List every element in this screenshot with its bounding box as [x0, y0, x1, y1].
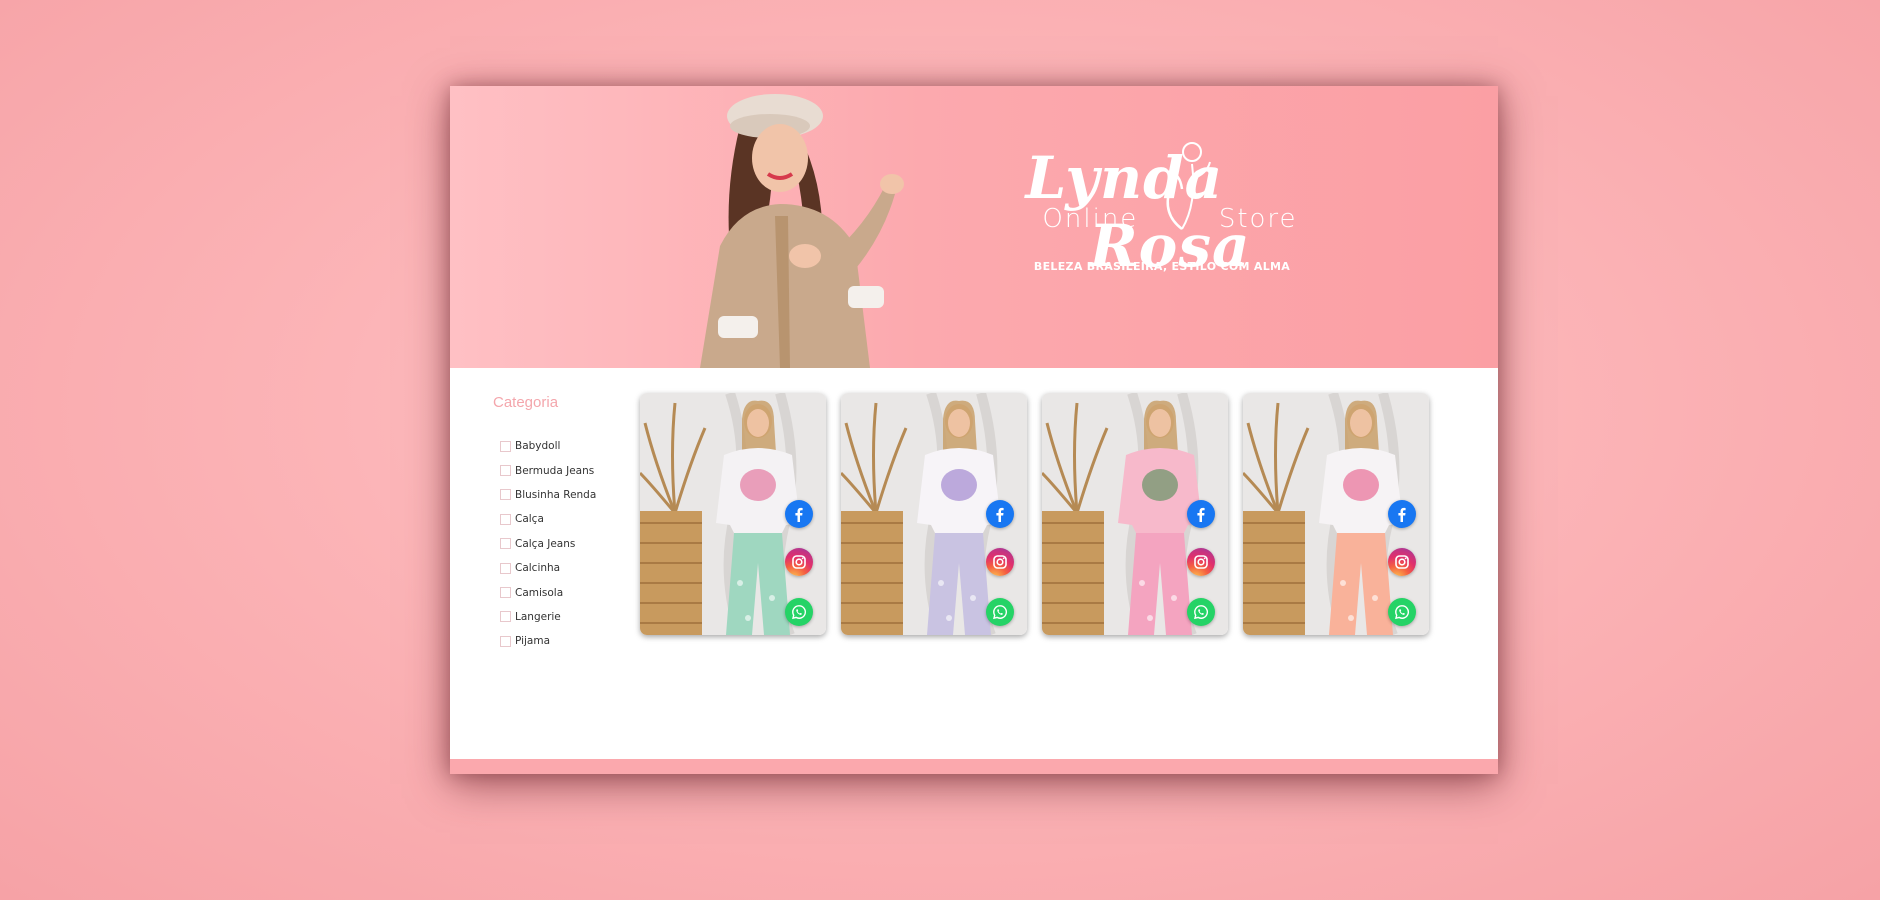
category-list: Babydoll Bermuda Jeans Blusinha Renda Calça…	[500, 434, 596, 654]
whatsapp-icon[interactable]	[1187, 598, 1215, 626]
category-label: Camisola	[515, 586, 564, 599]
whatsapp-icon[interactable]	[785, 598, 813, 626]
store-subtitle-left: Online	[1042, 204, 1139, 234]
product-card[interactable]	[1042, 393, 1228, 635]
category-title: Categoria	[493, 394, 559, 411]
product-card[interactable]	[841, 393, 1027, 635]
rose-face-icon	[1166, 142, 1213, 230]
store-tagline: BELEZA BRASILEIRA, ESTILO COM ALMA	[1033, 260, 1291, 273]
category-label: Langerie	[515, 610, 561, 623]
category-item[interactable]: Calça	[500, 507, 596, 531]
category-item[interactable]: Bermuda Jeans	[500, 458, 596, 482]
category-label: Pijama	[515, 635, 551, 648]
facebook-icon[interactable]	[1388, 500, 1416, 528]
category-label: Calça	[515, 513, 544, 526]
category-item[interactable]: Babydoll	[500, 434, 596, 458]
category-label: Calça Jeans	[515, 537, 576, 550]
category-item[interactable]: Camisola	[500, 580, 596, 604]
category-label: Bermuda Jeans	[515, 464, 595, 477]
product-card[interactable]	[1243, 393, 1429, 635]
store-window: Lynda Rosa Online Store BELEZA BRASILEIR…	[450, 86, 1498, 774]
category-item[interactable]: Langerie	[500, 605, 596, 629]
category-checkbox[interactable]	[500, 538, 511, 550]
category-label: Babydoll	[515, 440, 561, 453]
store-logo[interactable]: Lynda Rosa Online Store	[970, 142, 1390, 280]
product-card[interactable]	[640, 393, 826, 635]
facebook-icon[interactable]	[1187, 500, 1215, 528]
category-item[interactable]: Blusinha Renda	[500, 483, 596, 507]
category-checkbox[interactable]	[500, 440, 511, 452]
whatsapp-icon[interactable]	[986, 598, 1014, 626]
facebook-icon[interactable]	[986, 500, 1014, 528]
instagram-icon[interactable]	[1187, 548, 1215, 576]
category-checkbox[interactable]	[500, 513, 511, 525]
facebook-icon[interactable]	[785, 500, 813, 528]
category-checkbox[interactable]	[500, 611, 511, 623]
main-content: Categoria Babydoll Bermuda Jeans Blusinha …	[450, 368, 1498, 760]
category-checkbox[interactable]	[500, 489, 511, 501]
category-label: Calcinha	[515, 562, 561, 575]
category-checkbox[interactable]	[500, 562, 511, 574]
model-illustration	[700, 94, 904, 368]
instagram-icon[interactable]	[1388, 548, 1416, 576]
category-item[interactable]: Calça Jeans	[500, 532, 596, 556]
category-checkbox[interactable]	[500, 635, 511, 647]
instagram-icon[interactable]	[785, 548, 813, 576]
store-subtitle-right: Store	[1218, 204, 1298, 234]
category-checkbox[interactable]	[500, 587, 511, 599]
category-item[interactable]: Calcinha	[500, 556, 596, 580]
whatsapp-icon[interactable]	[1388, 598, 1416, 626]
instagram-icon[interactable]	[986, 548, 1014, 576]
hero-banner: Lynda Rosa Online Store BELEZA BRASILEIR…	[450, 86, 1498, 368]
category-label: Blusinha Renda	[515, 488, 597, 501]
category-checkbox[interactable]	[500, 465, 511, 477]
footer-bar	[450, 759, 1498, 774]
category-item[interactable]: Pijama	[500, 629, 596, 653]
